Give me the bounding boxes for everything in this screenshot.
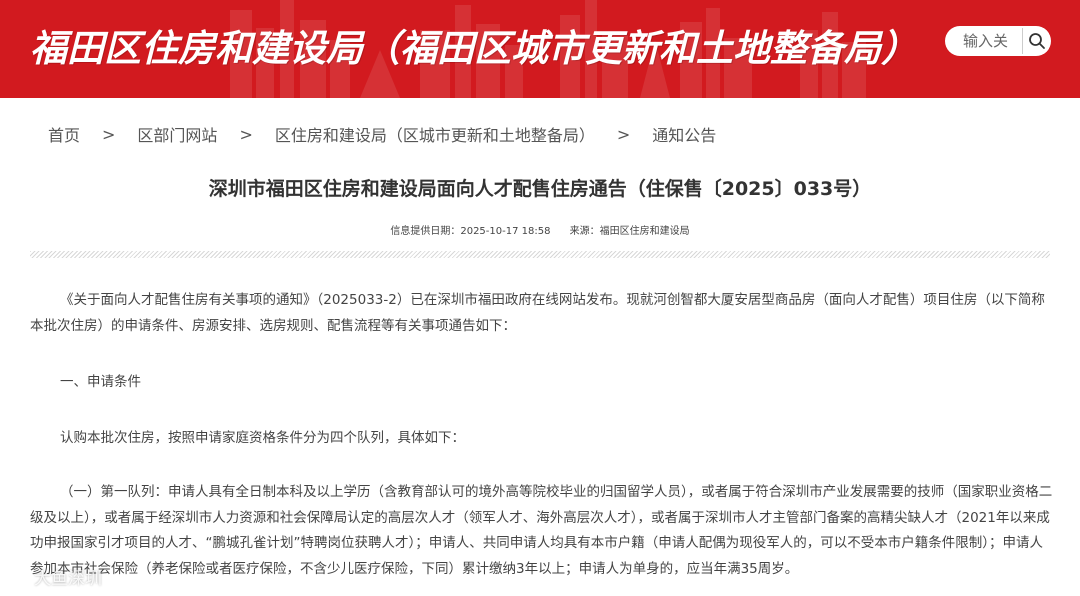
breadcrumb-home-link[interactable]: 首页 [48, 122, 80, 146]
watermark: 大鱼深圳 [6, 562, 102, 590]
article-source: 来源：福田区住房和建设局 [569, 226, 690, 237]
article-paragraph: （一）第一队列：申请人具有全日制本科及以上学历（含教育部认可的境外高等院校毕业的… [30, 484, 1053, 577]
site-header-banner: 福田区住房和建设局（福田区城市更新和土地整备局） [0, 0, 1080, 98]
search-icon [1029, 33, 1045, 49]
breadcrumb-department-sites-link[interactable]: 区部门网站 [137, 122, 217, 146]
article-title: 深圳市福田区住房和建设局面向人才配售住房通告（住保售〔2025〕033号） [208, 178, 872, 200]
site-title: 福田区住房和建设局（福田区城市更新和土地整备局） [30, 27, 918, 70]
hatched-divider [30, 251, 1050, 258]
article-section-heading: 一、申请条件 [60, 374, 141, 390]
breadcrumb-notices-link[interactable]: 通知公告 [652, 122, 716, 146]
breadcrumb: 首页 > 区部门网站 > 区住房和建设局（区城市更新和土地整备局） > 通知公告 [48, 122, 716, 146]
breadcrumb-separator: > [616, 124, 631, 144]
search-button[interactable] [1022, 28, 1049, 54]
article-paragraph: 认购本批次住房，按照申请家庭资格条件分为四个队列，具体如下： [60, 430, 465, 446]
breadcrumb-separator: > [239, 124, 253, 144]
breadcrumb-separator: > [102, 124, 116, 144]
watermark-text: 大鱼深圳 [34, 568, 102, 589]
fish-logo-icon [7, 569, 30, 583]
breadcrumb-housing-bureau-link[interactable]: 区住房和建设局（区城市更新和土地整备局） [275, 122, 595, 146]
article-date: 信息提供日期：2025-10-17 18:58 [390, 226, 551, 237]
search-input[interactable] [945, 26, 1033, 56]
article-paragraph: 《关于面向人才配售住房有关事项的通知》（2025033-2）已在深圳市福田政府在… [30, 292, 1045, 334]
search-box [945, 26, 1051, 56]
article-meta: 信息提供日期：2025-10-17 18:58 来源：福田区住房和建设局 [0, 222, 1080, 237]
